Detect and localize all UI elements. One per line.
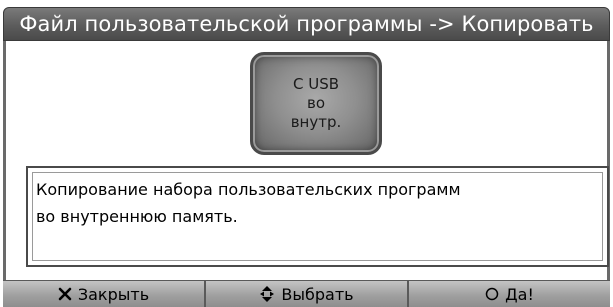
bottom-action-bar: Закрыть Выбрать Да! (3, 280, 610, 307)
updown-arrows-icon (259, 285, 275, 303)
x-icon (58, 287, 72, 301)
usb-button-line1: C USB (292, 75, 340, 93)
ok-button-label: Да! (505, 284, 534, 304)
usb-button-line3: внутр. (290, 113, 342, 131)
select-button-label: Выбрать (281, 284, 354, 304)
circle-icon (485, 287, 499, 301)
close-button-label: Закрыть (77, 284, 150, 304)
select-button[interactable]: Выбрать (206, 281, 409, 307)
close-button[interactable]: Закрыть (3, 281, 206, 307)
description-line1: Копирование набора пользовательских прог… (36, 180, 461, 199)
dialog-title: Файл пользовательской программы -> Копир… (19, 12, 594, 36)
dialog-titlebar: Файл пользовательской программы -> Копир… (3, 7, 610, 41)
description-box: Копирование набора пользовательских прог… (26, 166, 609, 267)
copy-dialog: Файл пользовательской программы -> Копир… (0, 0, 613, 307)
usb-button-line2: во (306, 94, 326, 112)
usb-to-internal-button[interactable]: C USB во внутр. (250, 52, 382, 155)
description-line2: во внутреннюю память. (36, 207, 238, 226)
description-text: Копирование набора пользовательских прог… (36, 176, 599, 230)
ok-button[interactable]: Да! (409, 281, 610, 307)
